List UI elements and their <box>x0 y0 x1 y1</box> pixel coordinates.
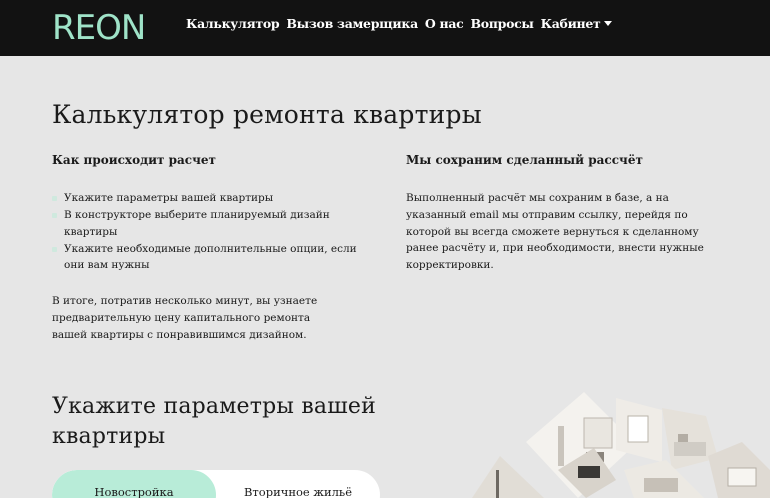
nav-label: Вызов замерщика <box>286 16 418 31</box>
save-heading: Мы сохраним сделанный рассчёт <box>406 153 643 167</box>
property-type-tabs: Новостройка Вторичное жильё <box>52 470 380 498</box>
tab-secondary-housing[interactable]: Вторичное жильё <box>216 470 380 498</box>
params-title: Укажите параметры вашей квартиры <box>52 394 376 449</box>
save-section: Мы сохраним сделанный рассчёт Выполненны… <box>406 151 736 274</box>
nav-item-faq[interactable]: Вопросы <box>470 16 533 31</box>
list-item: Укажите параметры вашей квартиры <box>52 190 372 207</box>
nav-item-calculator[interactable]: Калькулятор <box>186 16 280 31</box>
save-text: Выполненный расчёт мы сохраним в базе, а… <box>406 192 704 272</box>
reon-logo[interactable]: REON <box>52 8 144 44</box>
nav-item-cabinet[interactable]: Кабинет <box>541 16 613 31</box>
interior-photo-collage <box>472 392 770 498</box>
list-item: В конструкторе выберите планируемый диза… <box>52 207 372 240</box>
page-title: Калькулятор ремонта квартиры <box>52 100 482 129</box>
list-item: Укажите необходимые дополнительные опции… <box>52 241 372 274</box>
main-nav: Калькулятор Вызов замерщика О нас Вопрос… <box>186 16 613 31</box>
tab-new-building[interactable]: Новостройка <box>52 470 216 498</box>
logo-text: REON <box>52 8 144 44</box>
steps-list: Укажите параметры вашей квартиры В конст… <box>52 190 372 274</box>
caret-down-icon <box>604 21 613 26</box>
tab-label: Вторичное жильё <box>243 485 353 498</box>
interior-photo <box>708 442 770 498</box>
how-heading: Как происходит расчет <box>52 153 216 167</box>
nav-label: Вопросы <box>470 16 534 31</box>
how-summary: В итоге, потратив несколько минут, вы уз… <box>52 294 318 341</box>
nav-item-measurer[interactable]: Вызов замерщика <box>286 16 418 31</box>
nav-label: Кабинет <box>540 16 601 31</box>
how-section: Как происходит расчет Укажите параметры … <box>52 151 372 343</box>
top-navbar: REON Калькулятор Вызов замерщика О нас В… <box>0 0 770 56</box>
nav-label: О нас <box>424 16 464 31</box>
interior-photo <box>624 460 704 498</box>
interior-photo <box>472 456 544 498</box>
nav-item-about[interactable]: О нас <box>425 16 464 31</box>
tab-label: Новостройка <box>94 485 174 498</box>
nav-label: Калькулятор <box>186 16 280 31</box>
